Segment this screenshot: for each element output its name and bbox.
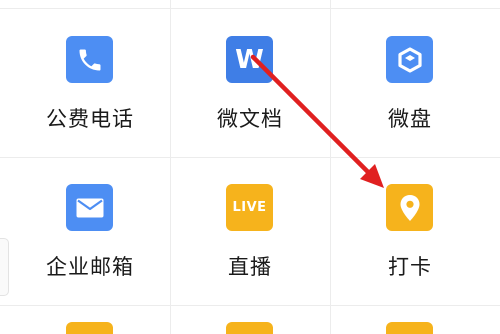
word-doc-glyph: W [235,44,264,75]
app-grid: 公费电话 W 微文档 微盘 企业邮箱 LIVE 直播 打卡 [0,0,500,334]
app-label: 直播 [228,255,272,279]
app-check-in[interactable]: 打卡 [330,168,490,318]
mail-icon [66,184,113,231]
app-label: 打卡 [388,255,432,279]
grid-divider [0,8,500,9]
app-tile-partial[interactable] [226,322,273,334]
edge-handle[interactable] [0,238,9,296]
app-tile-partial[interactable] [66,322,113,334]
app-label: 公费电话 [46,107,134,131]
phone-icon [66,36,113,83]
app-tile-partial[interactable] [386,322,433,334]
app-live[interactable]: LIVE 直播 [170,168,330,318]
app-enterprise-mail[interactable]: 企业邮箱 [10,168,170,318]
app-public-phone[interactable]: 公费电话 [10,20,170,170]
app-micro-doc[interactable]: W 微文档 [170,20,330,170]
cloud-drive-icon [386,36,433,83]
word-doc-icon: W [226,36,273,83]
live-icon: LIVE [226,184,273,231]
live-glyph: LIVE [232,200,267,215]
location-pin-icon [386,184,433,231]
app-label: 微文档 [217,107,283,131]
app-micro-disk[interactable]: 微盘 [330,20,490,170]
app-label: 微盘 [388,107,432,131]
app-label: 企业邮箱 [46,255,134,279]
